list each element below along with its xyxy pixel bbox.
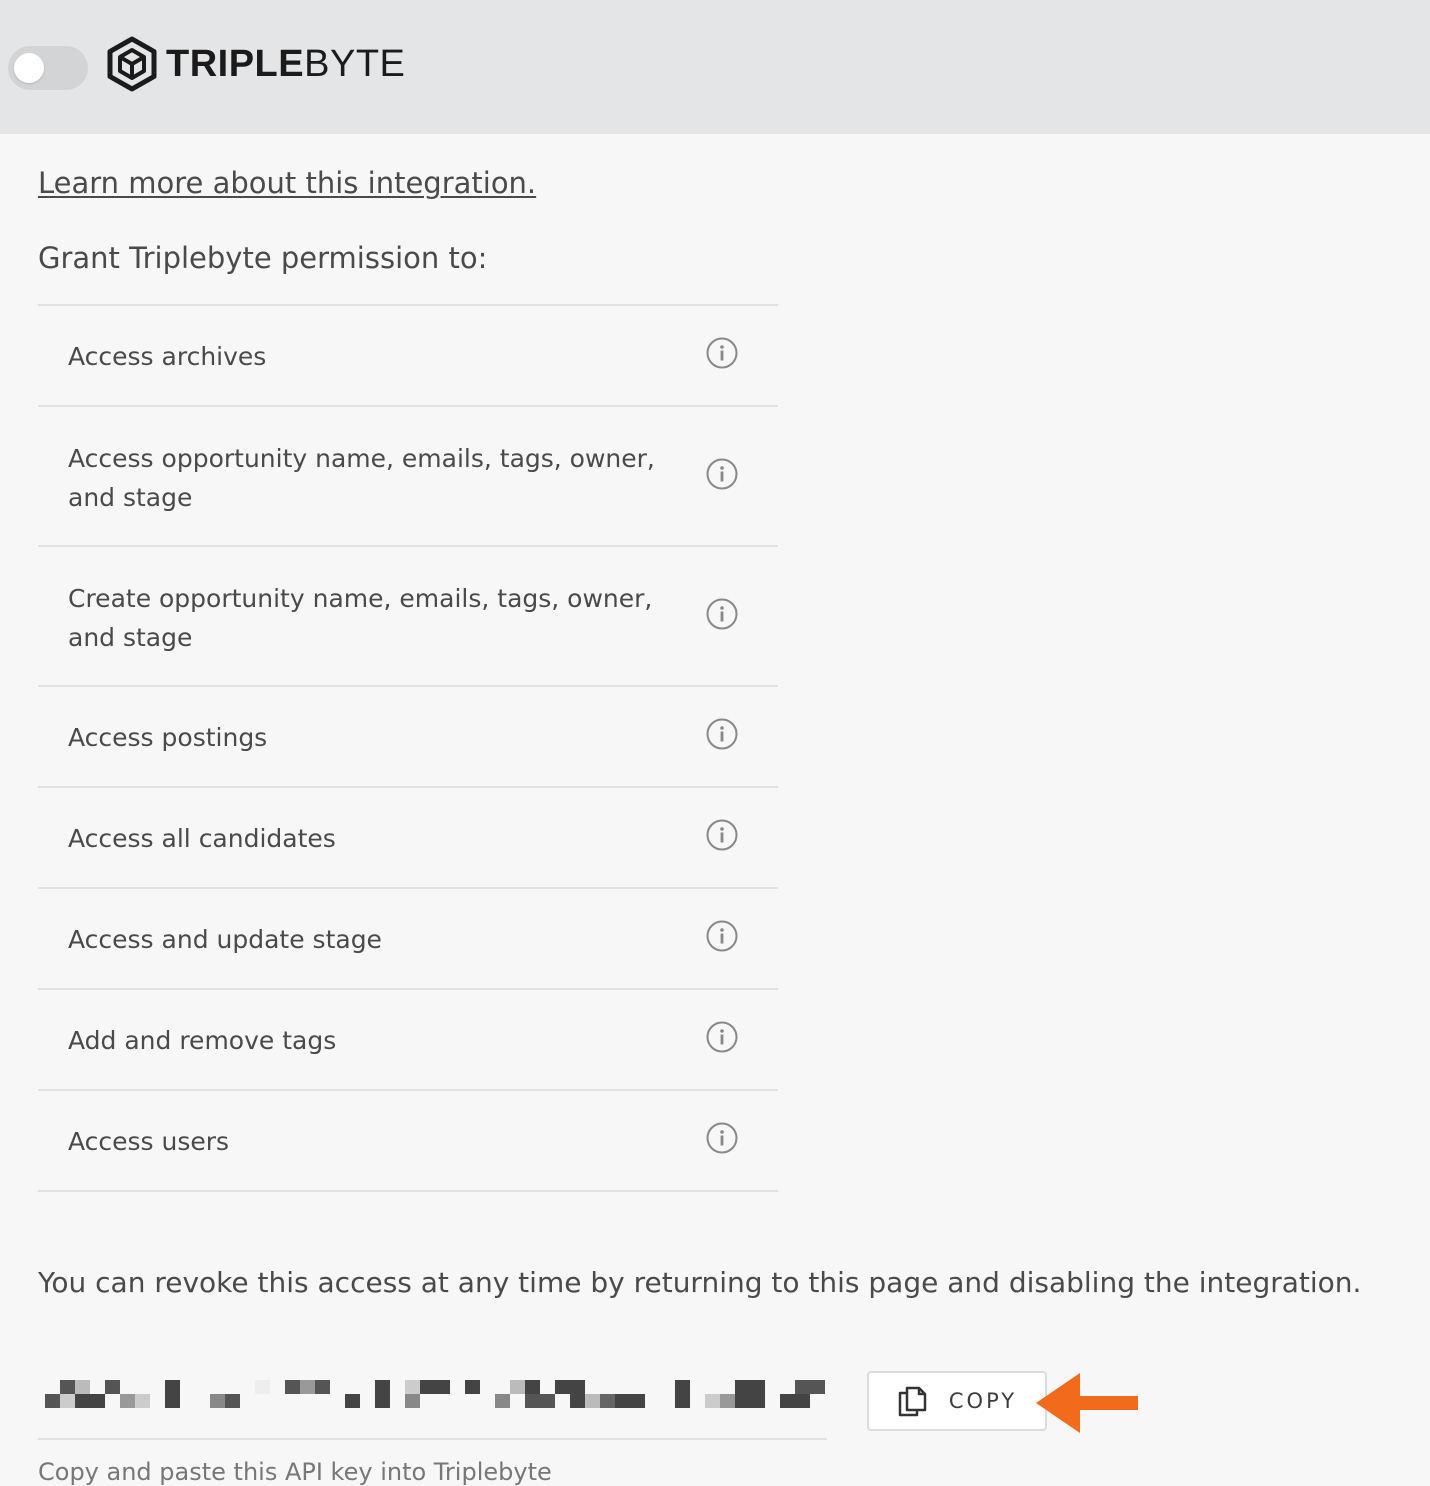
permission-label: Access postings: [68, 723, 268, 752]
info-circle-icon[interactable]: [706, 819, 738, 851]
logo-wordmark: TRIPLEBYTE: [166, 43, 405, 86]
permission-row-access-opportunity: Access opportunity name, emails, tags, o…: [38, 407, 778, 547]
permission-label: Access and update stage: [68, 925, 382, 954]
triplebyte-logo: TRIPLEBYTE: [106, 36, 405, 92]
info-circle-icon[interactable]: [706, 920, 738, 952]
info-circle-icon[interactable]: [706, 458, 738, 490]
permission-row-create-opportunity: Create opportunity name, emails, tags, o…: [38, 547, 778, 687]
revoke-access-note: You can revoke this access at any time b…: [38, 1266, 1362, 1299]
copy-button[interactable]: COPY: [867, 1371, 1047, 1431]
permission-label: Access all candidates: [68, 824, 336, 853]
info-circle-icon[interactable]: [706, 1122, 738, 1154]
info-circle-icon[interactable]: [706, 718, 738, 750]
permission-label: Access archives: [68, 342, 267, 371]
permission-row-access-users: Access users: [38, 1091, 778, 1192]
api-key-instructions: Copy and paste this API key into Tripleb…: [38, 1458, 552, 1486]
permission-row-access-update-stage: Access and update stage: [38, 889, 778, 990]
integration-toggle[interactable]: [8, 46, 88, 90]
permission-label: Access opportunity name, emails, tags, o…: [68, 444, 655, 512]
logo-text-regular: BYTE: [304, 42, 406, 85]
permission-label: Create opportunity name, emails, tags, o…: [68, 584, 653, 652]
hexagon-cube-icon: [107, 36, 157, 92]
learn-more-link[interactable]: Learn more about this integration.: [38, 166, 536, 200]
copy-button-label: COPY: [948, 1389, 1018, 1413]
permission-row-access-archives: Access archives: [38, 306, 778, 407]
info-circle-icon[interactable]: [706, 337, 738, 369]
info-circle-icon[interactable]: [706, 598, 738, 630]
toggle-knob[interactable]: [14, 53, 44, 83]
copy-icon: [898, 1386, 927, 1417]
permission-label: Add and remove tags: [68, 1026, 337, 1055]
grant-permission-heading: Grant Triplebyte permission to:: [38, 241, 488, 275]
redacted-api-key: [45, 1380, 825, 1408]
logo-text-bold: TRIPLE: [166, 42, 305, 85]
permission-list: Access archives Access opportunity name,…: [38, 304, 778, 1192]
api-key-field[interactable]: [38, 1368, 827, 1440]
info-circle-icon[interactable]: [706, 1021, 738, 1053]
arrow-left-icon: [1036, 1373, 1138, 1433]
permission-row-add-remove-tags: Add and remove tags: [38, 990, 778, 1091]
permission-row-access-all-candidates: Access all candidates: [38, 788, 778, 889]
top-header: TRIPLEBYTE: [0, 0, 1430, 134]
permission-row-access-postings: Access postings: [38, 687, 778, 788]
permission-label: Access users: [68, 1127, 230, 1156]
